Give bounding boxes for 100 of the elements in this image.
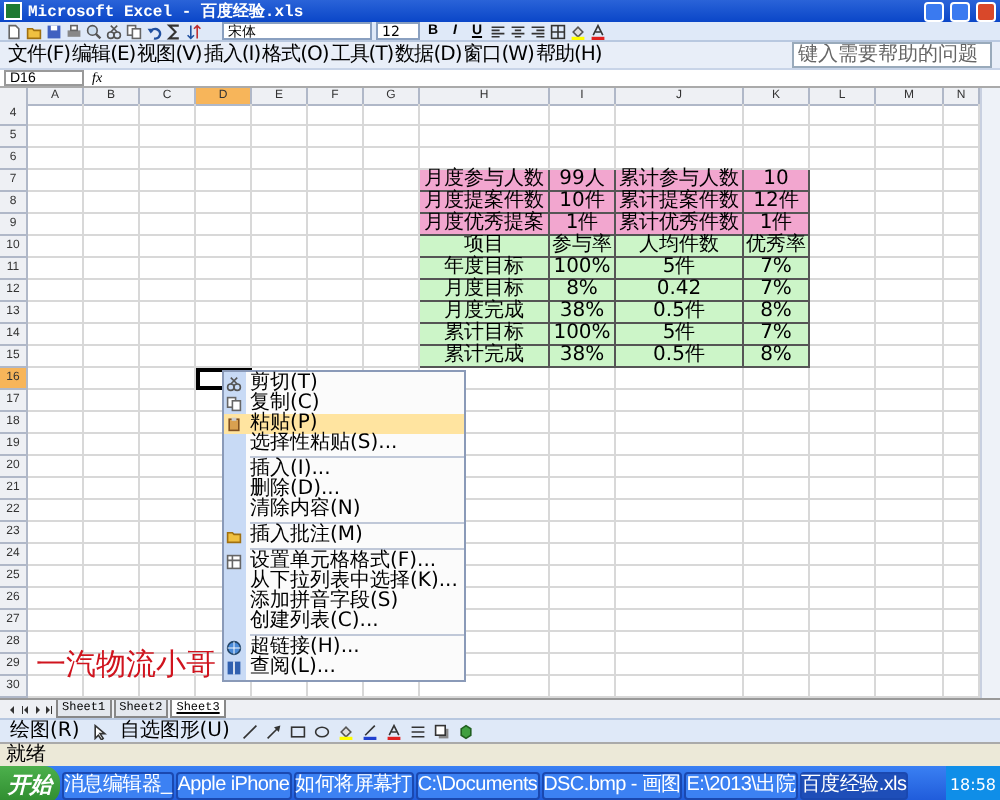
- drawing-menu-button[interactable]: 自选图形(U): [115, 720, 234, 742]
- table-cell: 8%: [744, 346, 810, 368]
- context-menu-item[interactable]: 插入批注(M): [224, 526, 464, 546]
- table-cell: 7%: [744, 280, 810, 302]
- signature-text: 一汽物流小哥: [36, 648, 216, 682]
- arrow-icon[interactable]: [265, 723, 282, 739]
- context-menu-item[interactable]: 选择性粘贴(S)...: [224, 434, 464, 454]
- table-cell: 年度目标: [420, 258, 550, 280]
- fill-color-icon[interactable]: [570, 23, 586, 39]
- taskbar-button[interactable]: 百度经验.xls: [799, 771, 909, 799]
- context-menu-item[interactable]: 添加拼音字段(S): [224, 592, 464, 612]
- table-cell: 38%: [550, 346, 616, 368]
- table-cell: 0.42: [616, 280, 744, 302]
- table-cell: 累计参与人数: [616, 170, 744, 192]
- menu-item[interactable]: 数据(D): [395, 44, 462, 66]
- tab-scroll-arrow-icon[interactable]: [44, 703, 54, 715]
- drawing-menu-button[interactable]: 绘图(R): [6, 720, 84, 742]
- menu-item[interactable]: 编辑(E): [72, 44, 136, 66]
- table-cell: 8%: [744, 302, 810, 324]
- rectangle-icon[interactable]: [289, 723, 306, 739]
- status-text: 就绪: [0, 742, 1000, 766]
- close-button[interactable]: [976, 1, 996, 21]
- sum-icon[interactable]: [166, 23, 182, 39]
- undo-icon[interactable]: [146, 23, 162, 39]
- taskbar-button[interactable]: DSC.bmp - 画图: [541, 771, 683, 799]
- align-left-icon[interactable]: [490, 23, 506, 39]
- line-style-icon[interactable]: [409, 723, 426, 739]
- table-cell: 累计提案件数: [616, 192, 744, 214]
- maximize-button[interactable]: [950, 1, 970, 21]
- magnifier-icon[interactable]: [86, 23, 102, 39]
- table-cell: 月度参与人数: [420, 170, 550, 192]
- save-icon[interactable]: [46, 23, 62, 39]
- help-search-field[interactable]: 键入需要帮助的问题: [792, 42, 992, 68]
- table-cell: 项目: [420, 236, 550, 258]
- ellipse-icon[interactable]: [313, 723, 330, 739]
- table-cell: 月度提案件数: [420, 192, 550, 214]
- menu-item[interactable]: 窗口(W): [463, 44, 534, 66]
- table-cell: 0.5件: [616, 346, 744, 368]
- line-icon[interactable]: [241, 723, 258, 739]
- sort-icon[interactable]: [186, 23, 202, 39]
- print-icon[interactable]: [66, 23, 82, 39]
- vertical-scrollbar[interactable]: [980, 88, 1000, 698]
- context-menu-item[interactable]: 查阅(L)...: [224, 658, 464, 678]
- tab-scroll-arrow-icon[interactable]: [20, 703, 30, 715]
- context-menu-item[interactable]: 清除内容(N): [224, 500, 464, 520]
- align-center-icon[interactable]: [510, 23, 526, 39]
- menu-item[interactable]: 文件(F): [8, 44, 71, 66]
- font-color-icon[interactable]: [385, 723, 402, 739]
- context-menu-item[interactable]: 粘贴(P): [224, 414, 464, 434]
- align-right-icon[interactable]: [530, 23, 546, 39]
- menu-item[interactable]: 帮助(H): [535, 44, 602, 66]
- table-cell: 累计优秀件数: [616, 214, 744, 236]
- borders-icon[interactable]: [550, 23, 566, 39]
- scissors-icon[interactable]: [106, 23, 122, 39]
- taskbar-button[interactable]: E:\2013\出院: [684, 771, 798, 799]
- app-icon: [4, 2, 22, 20]
- menu-item[interactable]: 视图(V): [137, 44, 202, 66]
- tab-scroll-arrow-icon[interactable]: [8, 703, 18, 715]
- table-cell: 8%: [550, 280, 616, 302]
- tab-scroll-arrow-icon[interactable]: [32, 703, 42, 715]
- minimize-button[interactable]: [924, 1, 944, 21]
- context-menu-item[interactable]: 删除(D)...: [224, 480, 464, 500]
- table-cell: 5件: [616, 324, 744, 346]
- context-menu-item[interactable]: 创建列表(C)...: [224, 612, 464, 632]
- table-cell: 累计完成: [420, 346, 550, 368]
- table-cell: 月度完成: [420, 302, 550, 324]
- context-menu-item[interactable]: 剪切(T): [224, 374, 464, 394]
- table-cell: 累计目标: [420, 324, 550, 346]
- taskbar-button[interactable]: 如何将屏幕打: [293, 771, 414, 799]
- context-menu-item[interactable]: 复制(C): [224, 394, 464, 414]
- copy-icon[interactable]: [126, 23, 142, 39]
- menu-item[interactable]: 插入(I): [203, 44, 261, 66]
- table-cell: 5件: [616, 258, 744, 280]
- context-menu-item[interactable]: 插入(I)...: [224, 460, 464, 480]
- table-cell: 0.5件: [616, 302, 744, 324]
- fill-color-icon[interactable]: [337, 723, 354, 739]
- taskbar-button[interactable]: 消息编辑器_: [62, 771, 174, 799]
- taskbar-button[interactable]: C:\Documents: [415, 771, 540, 799]
- table-cell: 参与率: [550, 236, 616, 258]
- table-cell: 1件: [550, 214, 616, 236]
- menu-item[interactable]: 工具(T): [330, 44, 394, 66]
- window-title: Microsoft Excel - 百度经验.xls: [28, 0, 306, 22]
- context-menu-item[interactable]: 超链接(H)...: [224, 638, 464, 658]
- context-menu-item[interactable]: 设置单元格格式(F)...: [224, 552, 464, 572]
- table-cell: 10件: [550, 192, 616, 214]
- font-color-icon[interactable]: [590, 23, 606, 39]
- table-cell: 7%: [744, 258, 810, 280]
- clock: 18:58: [945, 766, 1000, 800]
- menu-item[interactable]: 格式(O): [262, 44, 329, 66]
- context-menu-item[interactable]: 从下拉列表中选择(K)...: [224, 572, 464, 592]
- table-cell: 1件: [744, 214, 810, 236]
- pointer-icon[interactable]: [91, 723, 108, 739]
- table-cell: 月度优秀提案: [420, 214, 550, 236]
- clipboard-icon: [226, 416, 242, 432]
- table-cell: 12件: [744, 192, 810, 214]
- table-cell: 99人: [550, 170, 616, 192]
- taskbar-button[interactable]: Apple iPhone: [175, 771, 292, 799]
- line-color-icon[interactable]: [361, 723, 378, 739]
- table-cell: 优秀率: [744, 236, 810, 258]
- shadow-icon[interactable]: [433, 723, 450, 739]
